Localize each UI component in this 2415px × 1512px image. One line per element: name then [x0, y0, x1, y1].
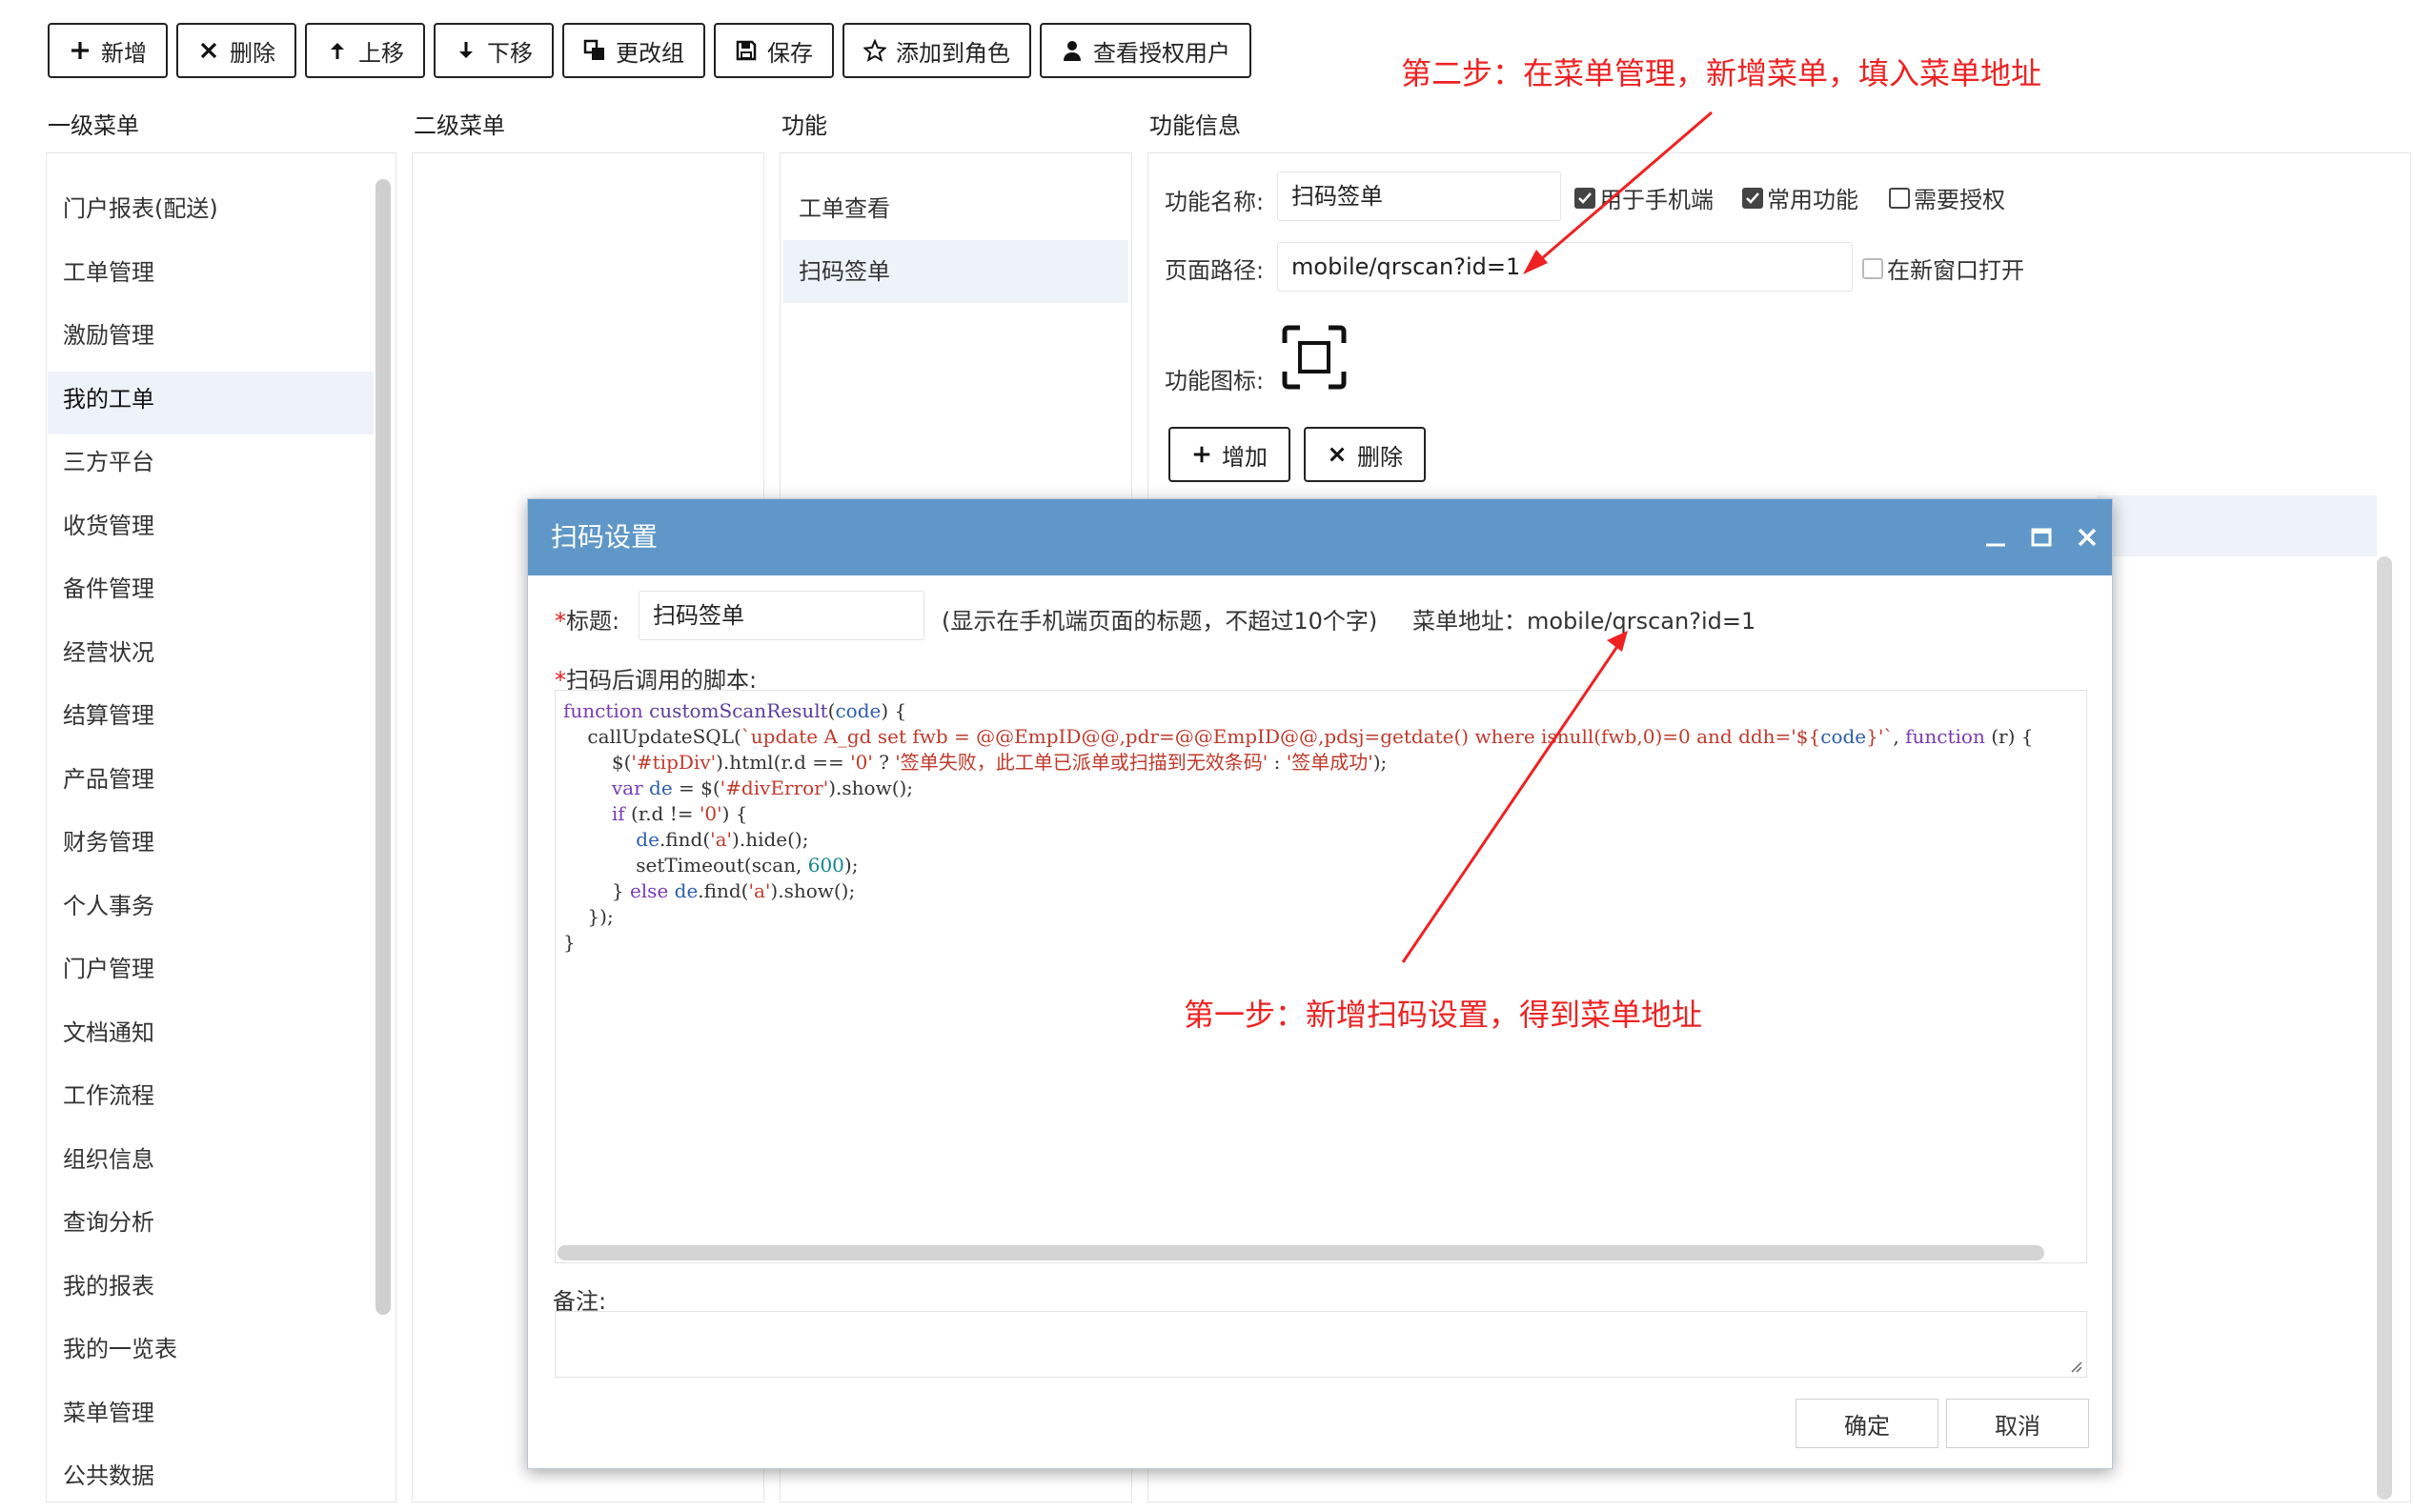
function-icon-label: 功能图标: [1165, 368, 1265, 394]
move-down-button[interactable]: 下移 [434, 23, 554, 78]
add-to-role-button[interactable]: 添加到角色 [842, 23, 1031, 78]
function-item-workorder-view[interactable]: 工单查看 [783, 177, 1128, 240]
level1-menu-header: 一级菜单 [48, 112, 139, 139]
function-item-qrscan-sign[interactable]: 扫码签单 [783, 240, 1128, 303]
info-add-button[interactable]: 增加 [1168, 427, 1290, 482]
level1-menu-item[interactable]: 经营状况 [48, 625, 374, 689]
for-mobile-checkbox[interactable]: 用于手机端 [1574, 181, 1714, 214]
info-scrollbar[interactable] [2377, 556, 2392, 1500]
level1-menu-list: 门户报表(配送) 工单管理 激励管理 我的工单 三方平台 收货管理 备件管理 经营状况 结算管理… [48, 181, 374, 1512]
function-name-label: 功能名称: [1165, 189, 1265, 215]
script-editor[interactable]: function customScanResult(code) { callUp… [555, 690, 2087, 1263]
level2-menu-header: 二级菜单 [414, 112, 505, 139]
level1-menu-item[interactable]: 工作流程 [48, 1068, 374, 1132]
close-icon[interactable] [2072, 522, 2102, 553]
info-table-selected-row[interactable] [2097, 495, 2377, 556]
dialog-cancel-button[interactable]: 取消 [1946, 1399, 2089, 1448]
annotation-step1: 第一步：新增扫码设置，得到菜单地址 [1184, 997, 1703, 1033]
level1-scrollbar[interactable] [375, 179, 391, 1315]
checkbox-unchecked-icon [1889, 187, 1910, 209]
page-path-label: 页面路径: [1165, 257, 1265, 284]
arrow-up-icon [331, 43, 344, 59]
qrscan-icon[interactable] [1281, 324, 1348, 391]
user-icon [1064, 41, 1081, 61]
dialog-title-label: *标题: [555, 608, 620, 635]
level1-menu-item[interactable]: 文档通知 [48, 1005, 374, 1069]
close-icon [200, 42, 217, 59]
required-mark: * [555, 608, 566, 635]
resize-handle-icon[interactable] [2067, 1358, 2082, 1373]
level1-menu-item[interactable]: 我的工单 [48, 371, 374, 434]
view-authorized-users-button[interactable]: 查看授权用户 [1040, 23, 1251, 78]
dialog-menu-address: 菜单地址：mobile/qrscan?id=1 [1412, 608, 1756, 635]
need-auth-checkbox[interactable]: 需要授权 [1889, 181, 2005, 214]
save-icon [736, 40, 757, 61]
level1-menu-item[interactable]: 激励管理 [48, 308, 374, 372]
function-header: 功能 [781, 112, 827, 139]
move-up-button[interactable]: 上移 [305, 23, 425, 78]
level1-menu-item[interactable]: 组织信息 [48, 1132, 374, 1196]
script-code: function customScanResult(code) { callUp… [563, 699, 2034, 954]
maximize-icon[interactable] [2026, 522, 2057, 553]
function-name-input[interactable]: 扫码签单 [1277, 171, 1561, 221]
checkbox-checked-icon [1574, 187, 1595, 209]
toolbar: 新增 删除 上移 下移 更改组 保存 添加到角色 查看授权用户 [48, 23, 1251, 78]
dialog-ok-button[interactable]: 确定 [1796, 1399, 1938, 1448]
plus-icon [1193, 446, 1210, 463]
delete-button[interactable]: 删除 [176, 23, 296, 78]
editor-horizontal-scrollbar[interactable] [558, 1245, 2044, 1260]
level1-menu-item[interactable]: 收货管理 [48, 498, 374, 562]
checkbox-unchecked-icon [1862, 257, 1883, 279]
minimize-icon[interactable] [1980, 522, 2011, 553]
function-info-header: 功能信息 [1149, 112, 1241, 139]
group-icon [583, 39, 604, 60]
level1-menu-item[interactable]: 备件管理 [48, 561, 374, 625]
dialog-title-hint: (显示在手机端页面的标题，不超过10个字) [942, 608, 1378, 635]
level1-menu-item[interactable]: 个人事务 [48, 878, 374, 942]
plus-icon [71, 42, 89, 59]
star-icon [863, 39, 886, 62]
level1-menu-item[interactable]: 我的报表 [48, 1259, 374, 1322]
checkbox-checked-icon [1742, 187, 1763, 209]
level1-menu-item[interactable]: 门户管理 [48, 941, 374, 1005]
page-path-input[interactable]: mobile/qrscan?id=1 [1277, 242, 1853, 292]
level1-menu-item[interactable]: 财务管理 [48, 815, 374, 878]
new-window-checkbox[interactable]: 在新窗口打开 [1862, 252, 2024, 285]
level1-menu-item[interactable]: 菜单管理 [48, 1385, 374, 1449]
level1-menu-item[interactable]: 查询分析 [48, 1195, 374, 1259]
level1-menu-item[interactable]: 三方平台 [48, 434, 374, 498]
dialog-title: 扫码设置 [528, 499, 2112, 575]
arrow-down-icon [459, 42, 473, 58]
level1-menu-item[interactable]: 产品管理 [48, 752, 374, 816]
annotation-step2: 第二步：在菜单管理，新增菜单，填入菜单地址 [1401, 55, 2042, 91]
level1-menu-item[interactable]: 我的一览表 [48, 1321, 374, 1385]
save-button[interactable]: 保存 [714, 23, 834, 78]
remark-textarea[interactable] [555, 1311, 2087, 1378]
function-list: 工单查看 扫码签单 [783, 177, 1128, 303]
level1-menu-item[interactable]: 门户报表(配送) [48, 181, 374, 245]
qrscan-settings-dialog: 扫码设置 *标题: 扫码签单 (显示在手机端页面的标题，不超过10个字) 菜单地… [527, 498, 2113, 1469]
close-icon [1329, 447, 1345, 462]
change-group-button[interactable]: 更改组 [562, 23, 705, 78]
dialog-title-input[interactable]: 扫码签单 [639, 591, 924, 640]
add-button[interactable]: 新增 [48, 23, 168, 78]
info-delete-button[interactable]: 删除 [1304, 427, 1426, 482]
level1-menu-item[interactable]: 结算管理 [48, 688, 374, 752]
common-function-checkbox[interactable]: 常用功能 [1742, 181, 1858, 214]
level1-menu-item[interactable]: 工单管理 [48, 245, 374, 309]
